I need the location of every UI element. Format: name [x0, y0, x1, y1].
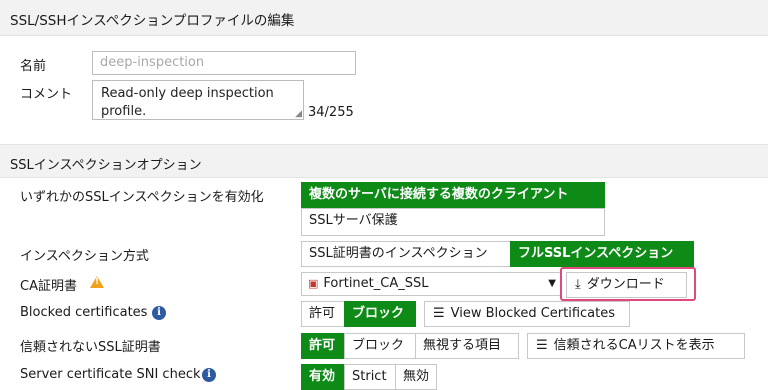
option-ssl-server-protection[interactable]: SSLサーバ保護: [301, 208, 605, 236]
name-input[interactable]: deep-inspection: [92, 51, 356, 75]
ca-certificate-value: Fortinet_CA_SSL: [323, 276, 429, 291]
enable-inspection-label: いずれかのSSLインスペクションを有効化: [20, 190, 264, 205]
untrusted-option-allow[interactable]: 許可: [301, 333, 345, 359]
option-full-ssl-inspection[interactable]: フルSSLインスペクション: [510, 241, 694, 267]
blocked-option-block[interactable]: ブロック: [344, 301, 416, 327]
info-icon[interactable]: i: [202, 368, 216, 382]
view-ca-list-label: 信頼されるCAリストを表示: [553, 338, 715, 353]
comment-textarea[interactable]: Read-only deep inspection profile. ◢: [92, 80, 304, 120]
untrusted-option-block[interactable]: ブロック: [344, 333, 416, 359]
download-highlight-box: [560, 267, 696, 301]
warning-icon: !: [90, 276, 104, 288]
section-title: SSLインスペクションオプション: [10, 158, 202, 173]
untrusted-option-ignore[interactable]: 無視する項目: [415, 333, 519, 359]
ca-certificate-label: CA証明書: [20, 279, 77, 294]
untrusted-ssl-label: 信頼されないSSL証明書: [20, 340, 161, 355]
view-blocked-label: View Blocked Certificates: [450, 306, 616, 321]
blocked-certificates-label: Blocked certificates: [20, 305, 148, 320]
view-blocked-certificates-button[interactable]: ☰ View Blocked Certificates: [424, 301, 630, 327]
option-multiple-clients[interactable]: 複数のサーバに接続する複数のクライアント: [301, 182, 605, 209]
sni-check-label: Server certificate SNI check: [20, 367, 201, 382]
view-trusted-ca-list-button[interactable]: ☰ 信頼されるCAリストを表示: [527, 333, 745, 359]
comment-counter: 34/255: [308, 105, 354, 120]
sni-option-disable[interactable]: 無効: [395, 364, 437, 390]
comment-line-1: Read-only deep inspection: [101, 86, 274, 101]
dialog-title: SSL/SSHインスペクションプロファイルの編集: [10, 13, 295, 29]
blocked-option-allow[interactable]: 許可: [301, 301, 345, 327]
sni-option-enable[interactable]: 有効: [301, 364, 345, 390]
info-icon[interactable]: i: [152, 306, 166, 320]
dialog-title-bar: SSL/SSHインスペクションプロファイルの編集: [0, 0, 768, 36]
list-icon: ☰: [536, 338, 548, 353]
name-label: 名前: [20, 59, 47, 74]
sni-option-strict[interactable]: Strict: [344, 364, 396, 390]
comment-line-2: profile.: [101, 104, 147, 119]
inspection-method-label: インスペクション方式: [20, 249, 149, 264]
ssl-inspection-section-header: SSLインスペクションオプション: [0, 144, 768, 178]
option-certificate-inspection[interactable]: SSL証明書のインスペクション: [301, 241, 511, 267]
list-icon: ☰: [433, 306, 445, 321]
chevron-down-icon: ▼: [548, 278, 556, 289]
comment-label: コメント: [20, 87, 73, 102]
resize-grip-icon[interactable]: ◢: [295, 110, 302, 119]
ca-certificate-select[interactable]: ▣ Fortinet_CA_SSL ▼: [301, 272, 561, 296]
certificate-icon: ▣: [308, 277, 319, 290]
